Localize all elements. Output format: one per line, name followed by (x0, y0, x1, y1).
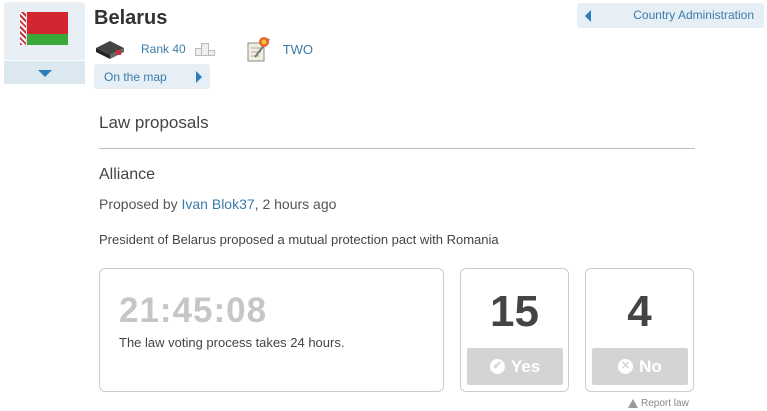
timer-panel: 21:45:08 The law voting process takes 24… (99, 268, 444, 392)
report-law-label: Report law (641, 398, 689, 409)
on-the-map-label: On the map (104, 70, 167, 84)
chevron-down-icon (38, 70, 52, 77)
countdown-timer: 21:45:08 (119, 291, 268, 330)
proposed-time: , 2 hours ago (254, 196, 337, 212)
flag-toggle-button[interactable] (4, 60, 85, 84)
chevron-right-icon (196, 71, 202, 83)
on-the-map-button[interactable]: On the map (94, 64, 210, 89)
law-title: Alliance (99, 166, 156, 183)
book-icon (94, 38, 126, 60)
vote-yes-button[interactable]: ✔ Yes (467, 348, 563, 385)
yes-vote-count: 15 (490, 287, 539, 336)
party-link[interactable]: TWO (283, 42, 313, 57)
belarus-flag-icon (20, 12, 68, 45)
vote-no-button[interactable]: ✕ No (592, 348, 688, 385)
report-law-link[interactable]: Report law (628, 398, 689, 409)
proposed-prefix: Proposed by (99, 196, 182, 212)
law-scroll-icon (245, 35, 273, 63)
rank-label: Rank 40 (141, 42, 186, 56)
law-description: President of Belarus proposed a mutual p… (99, 232, 499, 247)
country-name: Belarus (94, 7, 168, 29)
proposed-by-line: Proposed by Ivan Blok37, 2 hours ago (99, 196, 336, 212)
timer-note: The law voting process takes 24 hours. (119, 335, 345, 350)
podium-icon (194, 42, 215, 56)
section-title: Law proposals (99, 113, 209, 132)
warning-icon (628, 399, 638, 408)
no-vote-count: 4 (627, 287, 652, 336)
flag-panel (4, 2, 85, 84)
check-circle-icon: ✔ (489, 359, 505, 374)
country-info-row: Rank 40 TWO (94, 35, 313, 63)
country-administration-label: Country Administration (633, 8, 754, 22)
x-circle-icon: ✕ (618, 359, 634, 374)
proposer-link[interactable]: Ivan Blok37 (182, 196, 255, 212)
yes-vote-panel: 15 ✔ Yes (460, 268, 569, 392)
no-label: No (639, 356, 662, 376)
divider (99, 148, 695, 149)
country-administration-button[interactable]: Country Administration (577, 3, 764, 28)
yes-label: Yes (510, 356, 541, 376)
no-vote-panel: 4 ✕ No (585, 268, 694, 392)
chevron-left-icon (585, 10, 591, 22)
